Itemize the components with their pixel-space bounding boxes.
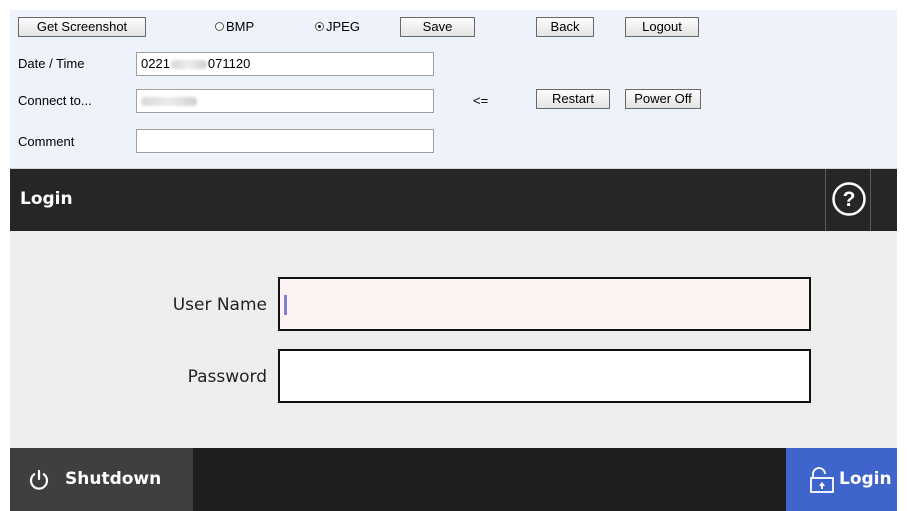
comment-field[interactable] (136, 129, 434, 153)
login-form: User Name Password (10, 231, 897, 448)
screenshot-control-panel: Get Screenshot BMP JPEG Save Back Logout… (10, 10, 897, 169)
svg-text:?: ? (843, 188, 856, 211)
connect-to-label: Connect to... (18, 93, 92, 108)
page-title: Login (20, 189, 73, 209)
redacted-segment (170, 60, 207, 70)
format-bmp-label: BMP (226, 19, 255, 34)
get-screenshot-button[interactable]: Get Screenshot (18, 17, 146, 37)
date-time-field[interactable]: 0221 071120 (136, 52, 434, 76)
username-label: User Name (172, 295, 267, 315)
redacted-host (141, 97, 197, 107)
format-bmp-radio[interactable]: BMP (215, 18, 254, 36)
comment-label: Comment (18, 134, 75, 149)
login-label: Login (839, 469, 892, 489)
format-jpeg-radio[interactable]: JPEG (315, 18, 360, 36)
username-input[interactable] (278, 277, 811, 331)
shutdown-label: Shutdown (65, 469, 162, 489)
format-jpeg-label: JPEG (326, 19, 360, 34)
page-header: Login ? (10, 169, 897, 231)
radio-unselected-icon (215, 22, 224, 32)
date-time-suffix: 071120 (207, 56, 251, 71)
password-label: Password (187, 367, 267, 387)
power-off-button[interactable]: Power Off (625, 89, 701, 109)
date-time-prefix: 0221 (141, 56, 170, 71)
restart-button[interactable]: Restart (536, 89, 610, 109)
logout-button[interactable]: Logout (625, 17, 699, 37)
bottom-action-bar: Shutdown Login (10, 448, 897, 511)
login-button[interactable]: Login (786, 448, 897, 511)
connect-arrow: <= (473, 93, 489, 108)
question-circle-icon: ? (832, 182, 866, 216)
radio-selected-icon (315, 22, 324, 32)
back-button[interactable]: Back (536, 17, 594, 37)
text-cursor (284, 295, 287, 315)
save-button[interactable]: Save (400, 17, 475, 37)
unlock-icon (810, 467, 834, 493)
date-time-label: Date / Time (18, 56, 85, 71)
connect-to-field[interactable] (136, 89, 434, 113)
shutdown-button[interactable]: Shutdown (10, 448, 193, 511)
password-input[interactable] (278, 349, 811, 403)
help-button[interactable]: ? (825, 169, 871, 231)
power-icon (29, 469, 49, 490)
